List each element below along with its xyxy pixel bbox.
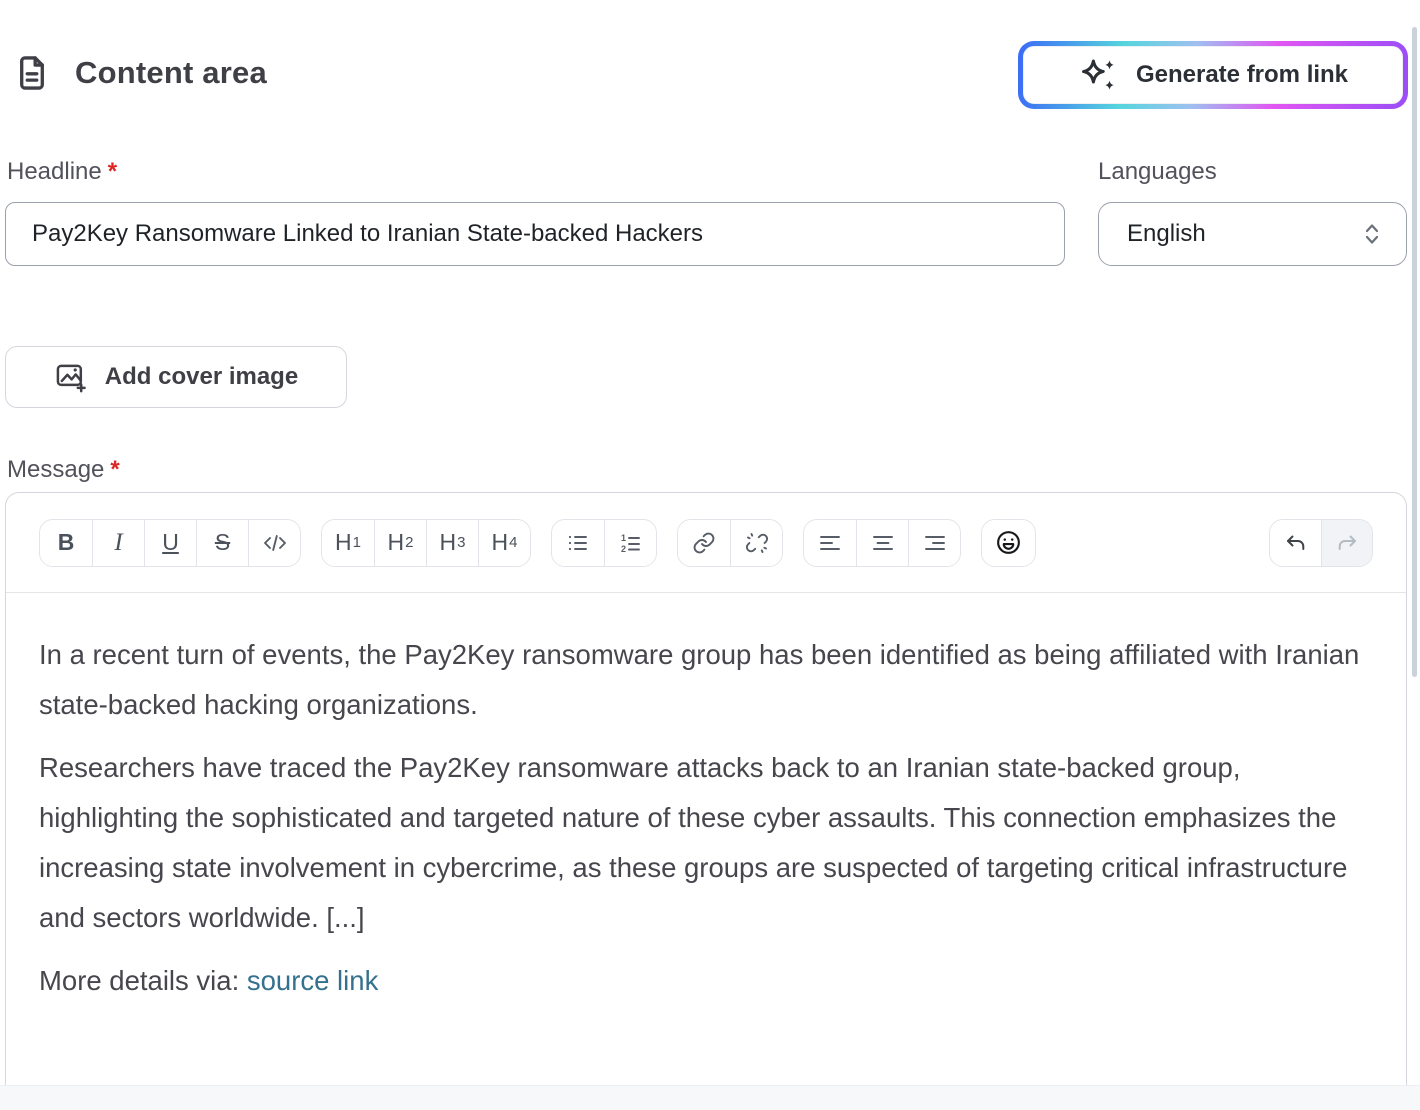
content-area-page: Content area Generate from link Headline… bbox=[0, 0, 1420, 1110]
link-icon bbox=[692, 531, 716, 555]
headline-label-text: Headline bbox=[7, 158, 102, 185]
svg-text:2: 2 bbox=[621, 544, 626, 554]
link-button[interactable] bbox=[678, 520, 730, 566]
emoji-button[interactable] bbox=[982, 520, 1035, 566]
strikethrough-label: S bbox=[215, 529, 230, 556]
sparkles-icon bbox=[1078, 57, 1120, 93]
align-group bbox=[803, 519, 961, 567]
bold-button[interactable]: B bbox=[40, 520, 92, 566]
bullet-list-button[interactable] bbox=[552, 520, 604, 566]
italic-label: I bbox=[114, 529, 122, 557]
strikethrough-button[interactable]: S bbox=[196, 520, 248, 566]
emoji-group bbox=[981, 519, 1036, 567]
message-editor: B I U S H1 H2 H3 H4 bbox=[5, 492, 1407, 1086]
h3-sub: 3 bbox=[457, 534, 465, 551]
h4-sub: 4 bbox=[509, 534, 517, 551]
h1-sub: 1 bbox=[353, 534, 361, 551]
list-group: 1 2 bbox=[551, 519, 657, 567]
code-button[interactable] bbox=[248, 520, 300, 566]
message-paragraph: In a recent turn of events, the Pay2Key … bbox=[39, 630, 1369, 730]
generate-from-link-button[interactable]: Generate from link bbox=[1023, 46, 1403, 104]
underline-label: U bbox=[162, 529, 179, 556]
code-icon bbox=[262, 532, 288, 554]
languages-select[interactable]: English bbox=[1098, 202, 1407, 266]
more-details-prefix: More details via: bbox=[39, 965, 247, 996]
emoji-smile-icon bbox=[995, 529, 1022, 556]
chevron-up-down-icon bbox=[1360, 221, 1384, 247]
message-paragraph: Researchers have traced the Pay2Key rans… bbox=[39, 743, 1369, 943]
align-left-icon bbox=[818, 533, 842, 553]
undo-button[interactable] bbox=[1270, 520, 1321, 566]
redo-button[interactable] bbox=[1321, 520, 1372, 566]
h2-label: H bbox=[388, 529, 405, 556]
heading-2-button[interactable]: H2 bbox=[374, 520, 426, 566]
message-label-text: Message bbox=[7, 456, 104, 483]
heading-group: H1 H2 H3 H4 bbox=[321, 519, 531, 567]
heading-1-button[interactable]: H1 bbox=[322, 520, 374, 566]
languages-label: Languages bbox=[1098, 158, 1217, 186]
add-cover-image-button[interactable]: Add cover image bbox=[5, 346, 347, 408]
h3-label: H bbox=[440, 529, 457, 556]
h4-label: H bbox=[492, 529, 509, 556]
ordered-list-icon: 1 2 bbox=[619, 532, 643, 554]
headline-input[interactable] bbox=[5, 202, 1065, 266]
generate-from-link-label: Generate from link bbox=[1136, 61, 1348, 89]
unlink-icon bbox=[745, 531, 769, 555]
document-icon bbox=[13, 54, 51, 92]
italic-button[interactable]: I bbox=[92, 520, 144, 566]
redo-icon bbox=[1335, 533, 1359, 553]
text-style-group: B I U S bbox=[39, 519, 301, 567]
align-right-button[interactable] bbox=[908, 520, 960, 566]
page-title: Content area bbox=[75, 55, 267, 91]
undo-icon bbox=[1284, 533, 1308, 553]
bullet-list-icon bbox=[566, 532, 590, 554]
align-left-button[interactable] bbox=[804, 520, 856, 566]
message-content[interactable]: In a recent turn of events, the Pay2Key … bbox=[6, 593, 1406, 1006]
headline-required-mark: * bbox=[108, 158, 117, 185]
svg-text:1: 1 bbox=[621, 533, 626, 543]
underline-button[interactable]: U bbox=[144, 520, 196, 566]
history-group bbox=[1269, 519, 1373, 567]
footer-bar bbox=[0, 1085, 1420, 1110]
heading-4-button[interactable]: H4 bbox=[478, 520, 530, 566]
languages-selected-value: English bbox=[1099, 220, 1360, 248]
link-group bbox=[677, 519, 783, 567]
editor-toolbar: B I U S H1 H2 H3 H4 bbox=[6, 493, 1406, 593]
vertical-scrollbar-thumb[interactable] bbox=[1412, 27, 1417, 677]
headline-label: Headline* bbox=[7, 158, 117, 186]
h2-sub: 2 bbox=[405, 534, 413, 551]
align-center-button[interactable] bbox=[856, 520, 908, 566]
ordered-list-button[interactable]: 1 2 bbox=[604, 520, 656, 566]
source-link[interactable]: source link bbox=[247, 965, 378, 996]
generate-from-link-gradient-ring: Generate from link bbox=[1018, 41, 1408, 109]
add-cover-image-label: Add cover image bbox=[105, 363, 298, 391]
align-center-icon bbox=[871, 533, 895, 553]
message-more-details-line: More details via: source link bbox=[39, 956, 1369, 1006]
message-required-mark: * bbox=[110, 456, 119, 483]
bold-label: B bbox=[58, 529, 75, 556]
unlink-button[interactable] bbox=[730, 520, 782, 566]
message-label: Message* bbox=[7, 456, 120, 484]
align-right-icon bbox=[923, 533, 947, 553]
image-plus-icon bbox=[54, 360, 88, 394]
heading-3-button[interactable]: H3 bbox=[426, 520, 478, 566]
h1-label: H bbox=[335, 529, 352, 556]
